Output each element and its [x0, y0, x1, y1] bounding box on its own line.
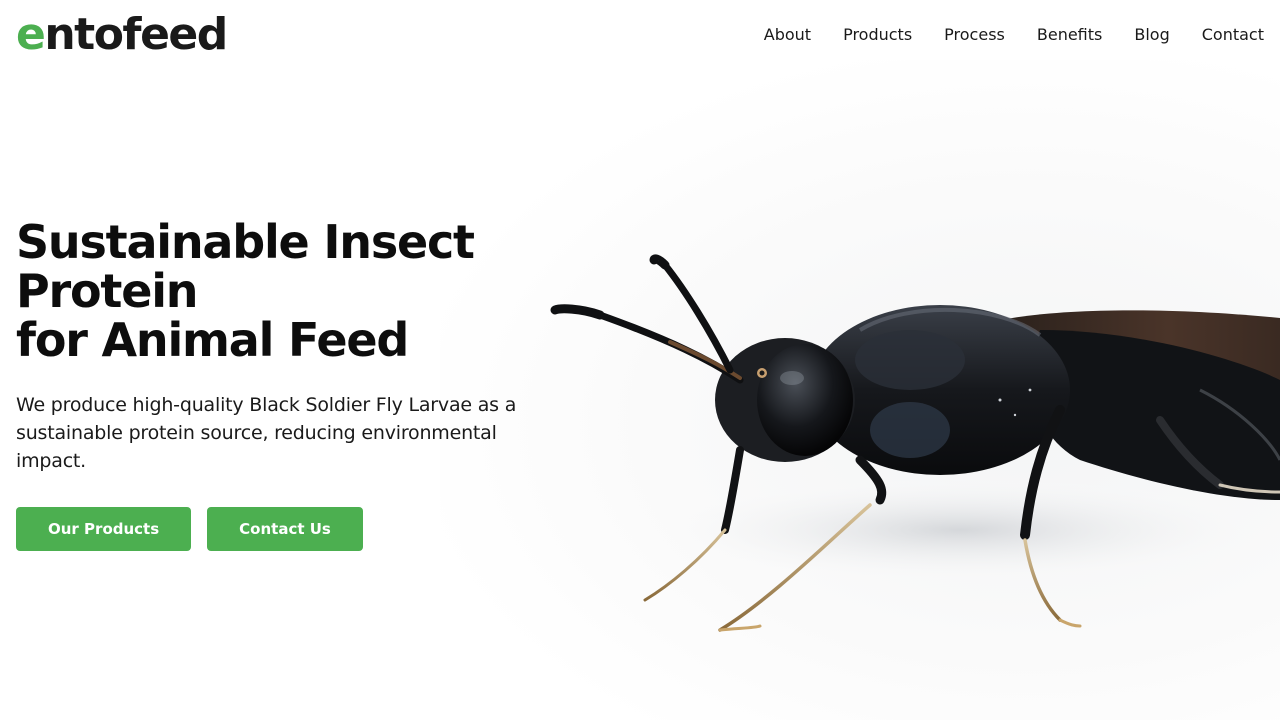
brand-wordmark: entofeed — [16, 9, 228, 60]
hero-title: Sustainable Insect Protein for Animal Fe… — [16, 218, 656, 365]
hero-subtitle: We produce high-quality Black Soldier Fl… — [16, 394, 517, 472]
hero-button-group: Our Products Contact Us — [16, 507, 656, 551]
our-products-button[interactable]: Our Products — [16, 507, 192, 551]
hero-title-line2: for Animal Feed — [16, 313, 409, 367]
nav-item-blog[interactable]: Blog — [1134, 24, 1169, 46]
nav-item-products[interactable]: Products — [843, 24, 912, 46]
brand-wordmark-rest: ntofeed — [44, 9, 228, 60]
brand-logo[interactable]: entofeed — [16, 9, 228, 60]
nav-item-about[interactable]: About — [764, 24, 811, 46]
hero-title-line1: Sustainable Insect Protein — [16, 215, 475, 318]
contact-us-button[interactable]: Contact Us — [207, 507, 363, 551]
main-nav: About Products Process Benefits Blog Con… — [764, 24, 1264, 46]
brand-wordmark-initial: e — [16, 9, 46, 60]
site-header: entofeed About Products Process Benefits… — [0, 0, 1280, 72]
nav-item-contact[interactable]: Contact — [1202, 24, 1264, 46]
hero-section: Sustainable Insect Protein for Animal Fe… — [16, 218, 656, 551]
nav-item-benefits[interactable]: Benefits — [1037, 24, 1103, 46]
page: entofeed About Products Process Benefits… — [0, 0, 1280, 720]
nav-item-process[interactable]: Process — [944, 24, 1005, 46]
